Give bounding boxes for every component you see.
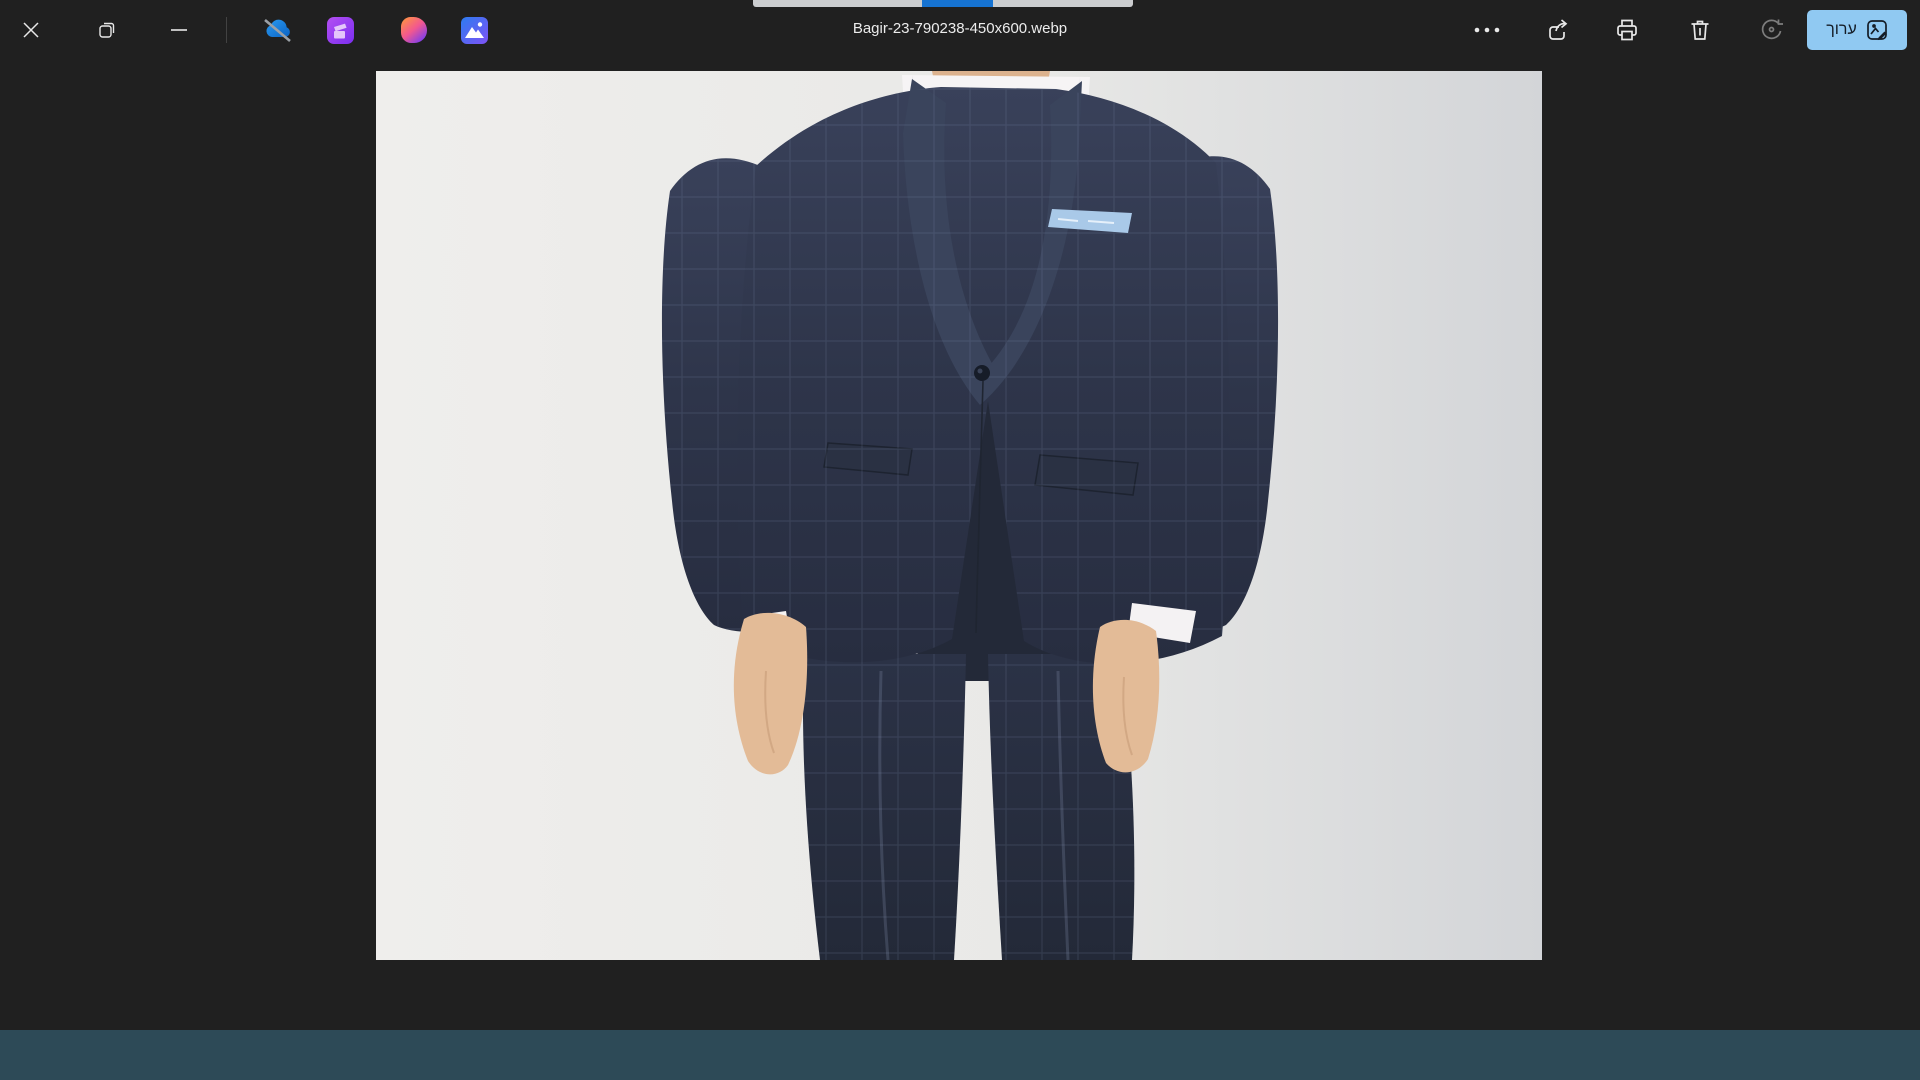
share-button[interactable] (1537, 10, 1577, 50)
print-button[interactable] (1607, 10, 1647, 50)
clipchamp-icon (327, 17, 354, 44)
designer-button[interactable] (394, 10, 434, 50)
titlebar-divider (226, 17, 227, 43)
restore-icon (97, 20, 117, 40)
clipchamp-button[interactable] (320, 10, 360, 50)
print-icon (1614, 17, 1640, 43)
edit-button[interactable]: ערוך (1807, 10, 1907, 50)
onedrive-button[interactable] (257, 10, 297, 50)
photos-icon (461, 17, 488, 44)
edit-button-label: ערוך (1826, 21, 1857, 39)
rotate-icon (1759, 17, 1785, 43)
edit-image-icon (1866, 19, 1888, 41)
photos-app-window: Bagir-23-790238-450x600.webp (0, 0, 1920, 1080)
photo-viewport[interactable] (376, 71, 1542, 960)
onedrive-off-icon (260, 17, 294, 43)
photo-content-suit-model (376, 71, 1542, 960)
more-options-icon (1474, 27, 1500, 33)
restore-button[interactable] (87, 10, 127, 50)
minimize-button[interactable] (159, 10, 199, 50)
trash-icon (1687, 17, 1713, 43)
horizontal-scrollbar[interactable] (753, 0, 1133, 7)
share-icon (1544, 17, 1570, 43)
horizontal-scrollbar-thumb[interactable] (922, 0, 993, 7)
close-button[interactable] (11, 10, 51, 50)
titlebar: Bagir-23-790238-450x600.webp (0, 0, 1920, 60)
designer-icon (401, 17, 427, 43)
see-more-button[interactable] (1467, 10, 1507, 50)
rotate-button[interactable] (1752, 10, 1792, 50)
window-title: Bagir-23-790238-450x600.webp (660, 20, 1260, 37)
viewer-toolbar: 259% 13.3 KB 450 x 600 (0, 960, 1920, 1030)
minimize-icon (171, 28, 187, 32)
taskbar: 2 01:16 28/01/2025 עבר (0, 1030, 1920, 1080)
photos-app-button[interactable] (454, 10, 494, 50)
close-icon (22, 21, 40, 39)
delete-button[interactable] (1680, 10, 1720, 50)
